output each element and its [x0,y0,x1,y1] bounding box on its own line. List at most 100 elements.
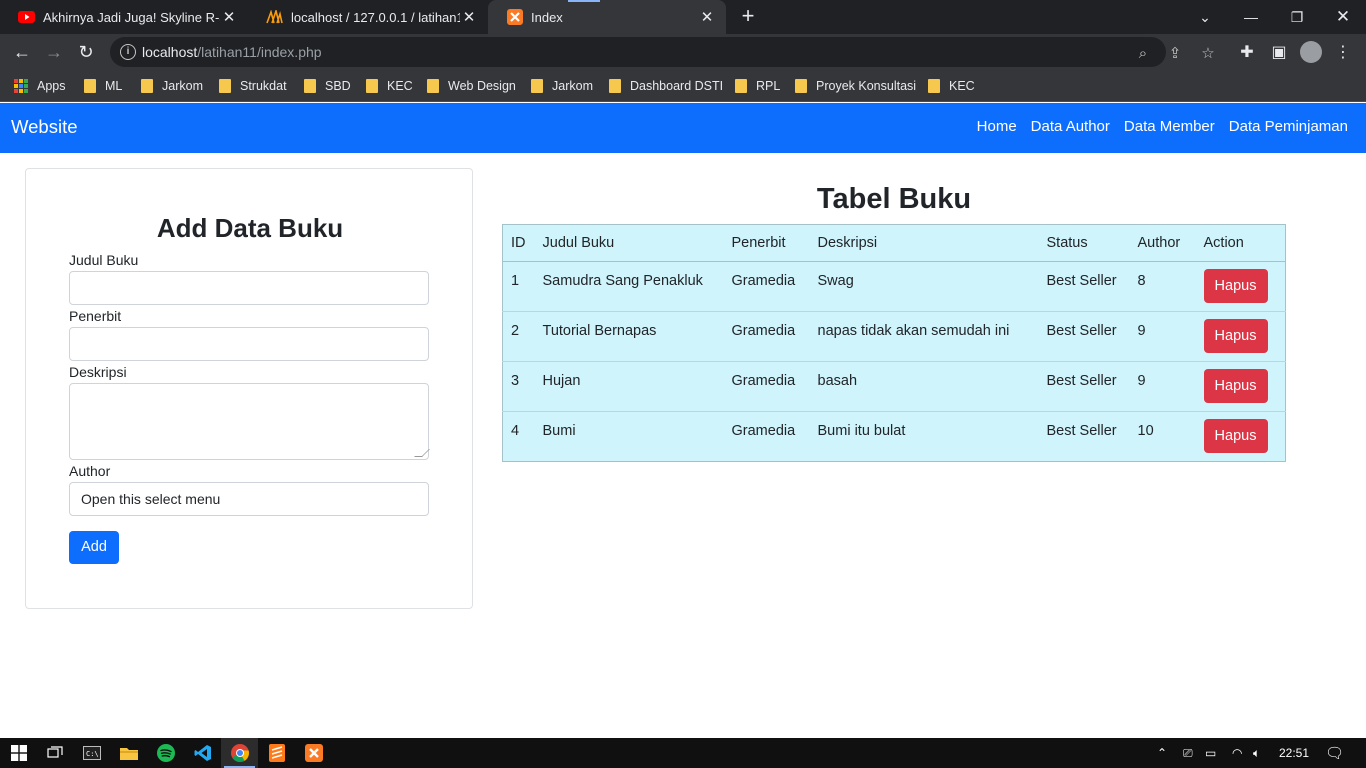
minimize-icon[interactable]: — [1228,0,1274,34]
folder-icon [531,79,543,93]
bookmark-folder[interactable]: KEC [928,76,975,96]
meet-now-icon[interactable]: ⎚ [1183,738,1193,768]
folder-icon [609,79,621,93]
author-label: Author [69,463,111,479]
address-bar[interactable]: i localhost/latihan11/index.php ⌕ ⇪ ☆ [110,37,1215,67]
taskbar-clock[interactable]: 22:51 [1279,738,1309,768]
cell-deskripsi: napas tidak akan semudah ini [817,323,1010,339]
side-panel-icon[interactable]: ▣ [1266,39,1292,65]
tab-search-chevron-icon[interactable]: ⌄ [1182,0,1228,34]
show-hidden-icons-chevron[interactable]: ⌃ [1157,738,1167,768]
author-select[interactable]: Open this select menu [69,482,429,516]
file-explorer-icon[interactable] [110,738,147,768]
bookmark-folder[interactable]: Dashboard DSTI [609,76,723,96]
tab-phpmyadmin[interactable]: localhost / 127.0.0.1 / latihan11 / ✕ [248,0,488,34]
close-tab-icon[interactable]: ✕ [698,8,716,26]
bookmark-star-icon[interactable]: ☆ [1197,42,1219,64]
xampp-taskbar-icon[interactable] [295,738,332,768]
vscode-icon[interactable] [184,738,221,768]
bookmark-folder[interactable]: KEC [366,76,413,96]
bookmark-folder[interactable]: Web Design [427,76,516,96]
page-viewport: Website Home Data Author Data Member Dat… [0,103,1366,738]
bookmark-folder[interactable]: Strukdat [219,76,287,96]
menu-kebab-icon[interactable]: ⋮ [1330,39,1356,65]
bookmark-apps[interactable]: Apps [14,76,66,96]
cell-judul: Tutorial Bernapas [542,323,657,339]
profile-avatar-icon[interactable] [1298,39,1324,65]
zoom-icon[interactable]: ⌕ [1132,42,1154,64]
hapus-button[interactable]: Hapus [1203,319,1268,353]
windows-taskbar: C:\ ⌃ ⎚ ▭ ◠ 🔈︎ 22:51 🗨︎ [0,738,1366,768]
back-arrow-icon[interactable]: ← [8,38,36,66]
cell-author: 10 [1137,423,1154,439]
deskripsi-textarea[interactable] [69,383,430,460]
youtube-icon [18,9,35,26]
bookmark-folder[interactable]: Jarkom [531,76,593,96]
judul-input[interactable] [69,271,429,305]
cell-penerbit: Gramedia [731,323,796,339]
new-tab-plus-icon[interactable]: + [736,5,760,29]
cell-status: Best Seller [1046,373,1117,389]
tab-youtube[interactable]: Akhirnya Jadi Juga! Skyline R-34 | ✕ [0,0,248,34]
close-tab-icon[interactable]: ✕ [460,8,478,26]
terminal-icon[interactable]: C:\ [73,738,110,768]
chrome-taskbar-icon[interactable] [221,738,258,768]
tab-title: localhost / 127.0.0.1 / latihan11 / [291,9,460,25]
site-info-icon[interactable]: i [120,44,136,60]
resize-grip-icon[interactable] [414,449,430,457]
hapus-button[interactable]: Hapus [1203,369,1268,403]
hapus-button[interactable]: Hapus [1203,419,1268,453]
cell-judul: Samudra Sang Penakluk [542,273,703,289]
cell-action: Hapus [1196,412,1286,462]
cell-id: 3 [511,373,520,389]
reload-icon[interactable]: ↻ [72,38,100,66]
close-tab-icon[interactable]: ✕ [220,8,238,26]
share-icon[interactable]: ⇪ [1164,42,1186,64]
nav-data-author[interactable]: Data Author [1031,118,1110,135]
nav-home[interactable]: Home [977,118,1017,135]
cell-penerbit: Gramedia [731,423,796,439]
nav-data-peminjaman[interactable]: Data Peminjaman [1229,118,1348,135]
header-author: Author [1129,224,1196,262]
volume-icon[interactable]: 🔈︎ [1253,738,1260,768]
nav-data-member[interactable]: Data Member [1124,118,1215,135]
sublime-text-icon[interactable] [258,738,295,768]
xampp-icon [506,9,523,26]
deskripsi-label: Deskripsi [69,364,127,380]
bookmark-folder[interactable]: RPL [735,76,780,96]
navbar-brand[interactable]: Website [11,116,78,138]
task-view-icon[interactable] [36,738,73,768]
header-deskripsi: Deskripsi [809,224,1039,262]
folder-icon [141,79,153,93]
table-row: 4 Bumi Gramedia Bumi itu bulat Best Sell… [503,412,1286,462]
table-header-row: ID Judul Buku Penerbit Deskripsi Status … [502,224,1286,262]
tab-title: Index [531,9,563,25]
extensions-puzzle-icon[interactable]: ✚ [1234,39,1260,65]
tab-index[interactable]: Index ✕ [488,0,726,34]
bookmark-folder[interactable]: Jarkom [141,76,203,96]
cell-status: Best Seller [1046,323,1117,339]
add-button[interactable]: Add [69,531,119,564]
windows-start-icon[interactable] [0,738,37,768]
cell-status: Best Seller [1046,273,1117,289]
cell-author: 8 [1137,273,1146,289]
close-window-icon[interactable]: ✕ [1320,0,1366,34]
form-title: Add Data Buku [156,213,344,243]
battery-icon[interactable]: ▭ [1205,738,1216,768]
spotify-icon[interactable] [147,738,184,768]
table-title: Tabel Buku [816,183,972,215]
bookmark-folder[interactable]: SBD [304,76,351,96]
hapus-button[interactable]: Hapus [1203,269,1268,303]
browser-toolbar: ← → ↻ i localhost/latihan11/index.php ⌕ … [0,34,1366,70]
header-id: ID [502,224,535,262]
bookmark-folder[interactable]: Proyek Konsultasi [795,76,916,96]
tab-strip: Akhirnya Jadi Juga! Skyline R-34 | ✕ loc… [0,0,1366,34]
bookmark-folder[interactable]: ML [84,76,122,96]
forward-arrow-icon[interactable]: → [40,38,68,66]
restore-icon[interactable]: ❐ [1274,0,1320,34]
notifications-icon[interactable]: 🗨︎ [1325,738,1344,768]
wifi-icon[interactable]: ◠ [1232,738,1242,768]
penerbit-input[interactable] [69,327,429,361]
cell-deskripsi: Bumi itu bulat [817,423,906,439]
cell-action: Hapus [1196,362,1286,412]
